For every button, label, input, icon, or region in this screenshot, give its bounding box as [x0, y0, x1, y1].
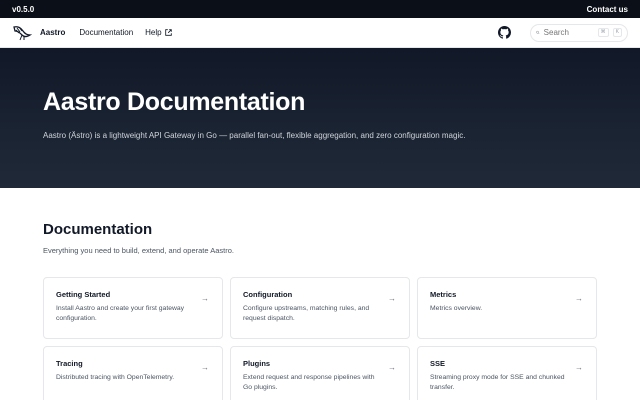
- nav-documentation-link[interactable]: Documentation: [79, 28, 133, 37]
- card-title: Metrics: [430, 290, 457, 299]
- arrow-right-icon: →: [575, 363, 583, 372]
- card-description: Metrics overview.: [430, 305, 483, 312]
- card-title: Plugins: [243, 359, 271, 368]
- main-nav: Aastro Documentation Help ⌘ K: [0, 18, 640, 48]
- github-icon[interactable]: [496, 25, 512, 41]
- external-link-icon: [164, 29, 172, 36]
- card-description: Extend request and response pipelines wi…: [243, 374, 375, 391]
- card-title: Configuration: [243, 290, 293, 299]
- version-label: v0.5.0: [12, 4, 35, 14]
- card-description: Install Aastro and create your first gat…: [56, 305, 185, 322]
- section-subtitle: Everything you need to build, extend, an…: [43, 246, 234, 255]
- card-title: Getting Started: [56, 290, 111, 299]
- card-getting-started[interactable]: Getting Started Install Aastro and creat…: [43, 277, 223, 339]
- top-bar: v0.5.0 Contact us: [0, 0, 640, 18]
- card-title: SSE: [430, 359, 446, 368]
- shortcut-k-key: K: [612, 28, 622, 37]
- search-input[interactable]: [543, 28, 594, 37]
- nav-documentation-label: Documentation: [79, 28, 134, 37]
- search-icon: [536, 30, 540, 35]
- search-box[interactable]: ⌘ K: [530, 23, 628, 42]
- shortcut-mod-key: ⌘: [597, 28, 609, 37]
- hero-title: Aastro Documentation: [43, 88, 306, 116]
- arrow-right-icon: →: [388, 363, 396, 372]
- card-tracing[interactable]: Tracing Distributed tracing with OpenTel…: [43, 346, 223, 400]
- nav-help-link[interactable]: Help: [145, 28, 172, 37]
- section-title: Documentation: [43, 221, 153, 238]
- hero-banner: Aastro Documentation Aastro (Ästro) is a…: [0, 48, 640, 188]
- card-sse[interactable]: SSE Streaming proxy mode for SSE and chu…: [417, 346, 597, 400]
- card-title: Tracing: [56, 359, 83, 368]
- arrow-right-icon: →: [575, 294, 583, 303]
- arrow-right-icon: →: [201, 294, 209, 303]
- hero-subtitle: Aastro (Ästro) is a lightweight API Gate…: [43, 131, 466, 140]
- card-metrics[interactable]: Metrics Metrics overview. →: [417, 277, 597, 339]
- arrow-right-icon: →: [201, 363, 209, 372]
- contact-link[interactable]: Contact us: [587, 5, 628, 14]
- card-description: Configure upstreams, matching rules, and…: [243, 305, 370, 322]
- card-configuration[interactable]: Configuration Configure upstreams, match…: [230, 277, 410, 339]
- card-description: Streaming proxy mode for SSE and chunked…: [430, 374, 565, 391]
- card-plugins[interactable]: Plugins Extend request and response pipe…: [230, 346, 410, 400]
- nav-help-label: Help: [145, 28, 162, 37]
- brand-name[interactable]: Aastro: [40, 28, 65, 37]
- arrow-right-icon: →: [388, 294, 396, 303]
- card-description: Distributed tracing with OpenTelemetry.: [56, 374, 175, 381]
- bird-logo-icon[interactable]: [12, 23, 32, 43]
